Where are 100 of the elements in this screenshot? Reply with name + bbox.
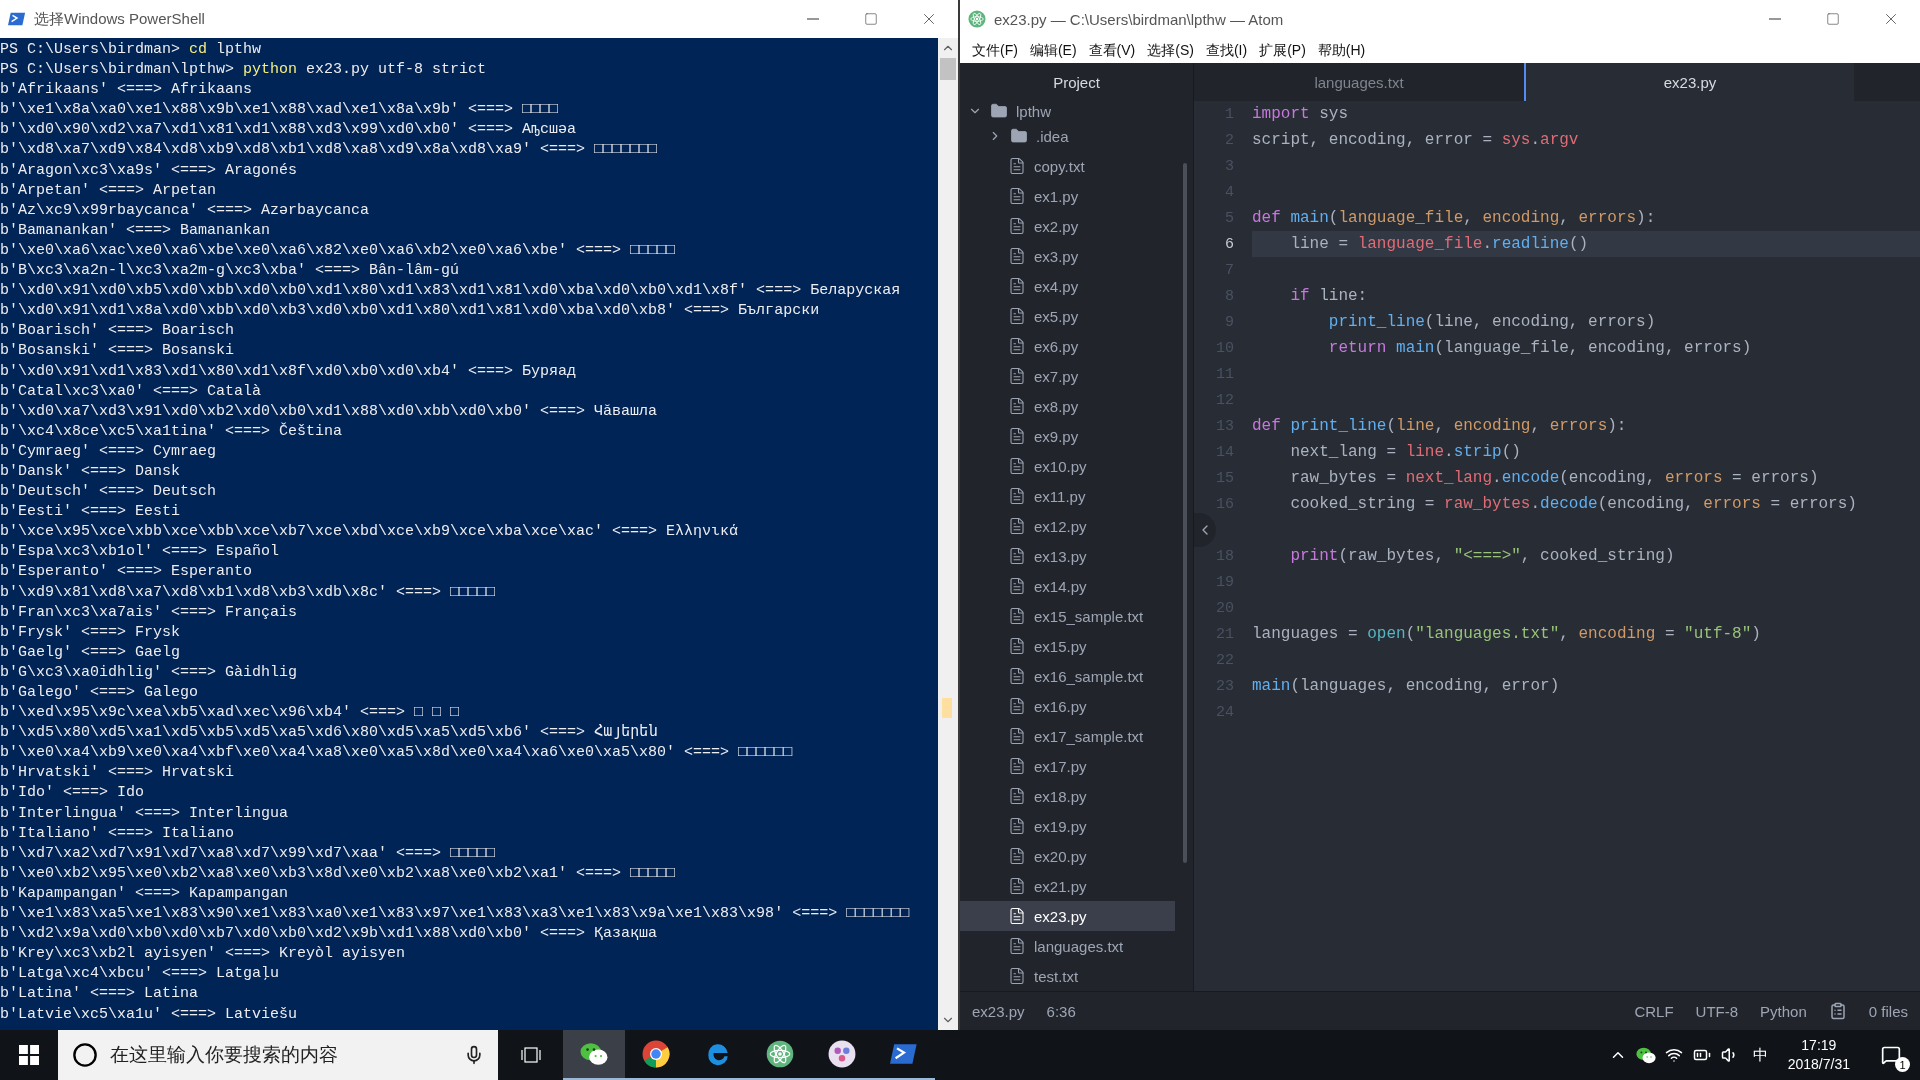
- tree-item[interactable]: ex15_sample.txt: [960, 601, 1175, 631]
- tree-item[interactable]: ex11.py: [960, 481, 1175, 511]
- tree-item[interactable]: ex10.py: [960, 451, 1175, 481]
- menu-item[interactable]: 帮助(H): [1311, 38, 1372, 63]
- powershell-icon: [8, 10, 26, 28]
- browser-icon: [642, 1040, 670, 1068]
- status-file[interactable]: ex23.py: [972, 1002, 1025, 1020]
- tree-item[interactable]: copy.txt: [960, 151, 1175, 181]
- file-icon: [1008, 787, 1026, 805]
- status-cursor[interactable]: 6:36: [1046, 1002, 1076, 1020]
- tree-item[interactable]: ex16.py: [960, 691, 1175, 721]
- input-method-indicator[interactable]: 中: [1744, 1045, 1776, 1065]
- tree-item[interactable]: .idea: [960, 121, 1175, 151]
- terminal-line: b'Latina' <===> Latina: [0, 984, 200, 1005]
- file-icon: [1008, 817, 1026, 835]
- windows-logo-icon: [19, 1045, 39, 1065]
- tree-item[interactable]: ex15.py: [960, 631, 1175, 661]
- clock-time[interactable]: 17:19: [1801, 1036, 1837, 1055]
- file-icon: [1008, 187, 1026, 205]
- notification-count: 1: [1895, 1057, 1910, 1072]
- tree-item[interactable]: ex19.py: [960, 811, 1175, 841]
- menu-item[interactable]: 文件(F): [966, 38, 1024, 63]
- terminal-line: PS C:\Users\birdman> cd lpthw: [0, 40, 263, 60]
- tree-item[interactable]: ex2.py: [960, 211, 1175, 241]
- terminal-line: b'\xe0\xb2\x95\xe0\xb2\xa8\xe0\xb3\x8d\xe0\xb2\xa8\xe0\xb2\xa1' <===> □□□□□: [0, 863, 677, 884]
- tree-item-label: .idea: [1036, 127, 1069, 145]
- scroll-thumb[interactable]: [940, 58, 956, 80]
- file-icon: [1008, 157, 1026, 175]
- tree-item[interactable]: ex21.py: [960, 871, 1175, 901]
- menu-item[interactable]: 扩展(P): [1253, 38, 1312, 63]
- tree-item[interactable]: ex16_sample.txt: [960, 661, 1175, 691]
- terminal-line: b'Eesti' <===> Eesti: [0, 502, 182, 523]
- terminal-line: b'\xd0\x91\xd0\xb5\xd0\xbb\xd0\xb0\xd1\x80\xd1\x83\xd1\x81\xd0\xba\xd0\xb0\xd1\x8f' <===> Беларуская: [0, 281, 902, 302]
- terminal-line: b'\xed\x95\x9c\xea\xb5\xad\xec\x96\xb4' <===> □ □ □: [0, 703, 461, 724]
- file-icon: [1008, 937, 1026, 955]
- status-grammar[interactable]: Python: [1760, 1002, 1807, 1020]
- search-bar[interactable]: 在这里输入你要搜索的内容: [58, 1030, 498, 1080]
- tree-item[interactable]: ex14.py: [960, 571, 1175, 601]
- tree-item[interactable]: lpthw: [960, 101, 1193, 121]
- clipboard-icon[interactable]: [1828, 1002, 1847, 1020]
- terminal-line: b'Gaelg' <===> Gaelg: [0, 642, 182, 663]
- tree-item-label: ex7.py: [1034, 367, 1079, 385]
- clock-date[interactable]: 2018/7/31: [1787, 1055, 1850, 1074]
- task-view-icon: [520, 1046, 541, 1064]
- status-git[interactable]: 0 files: [1868, 1002, 1908, 1020]
- tree-item-label: ex23.py: [1034, 907, 1087, 925]
- status-line-ending[interactable]: CRLF: [1634, 1002, 1674, 1020]
- code-line: def print_line(line, encoding, errors):: [1252, 417, 1627, 435]
- file-icon: [1008, 397, 1026, 415]
- tree-item-label: ex12.py: [1034, 517, 1087, 535]
- file-icon: [1008, 877, 1026, 895]
- tree-item[interactable]: ex12.py: [960, 511, 1175, 541]
- scrollbar[interactable]: [938, 38, 958, 1030]
- tree-item[interactable]: languages.txt: [960, 931, 1175, 961]
- code-line: cooked_string = raw_bytes.decode(encoding, errors = errors): [1289, 495, 1857, 513]
- tree-item-label: ex4.py: [1034, 277, 1079, 295]
- menu-item[interactable]: 查找(I): [1199, 38, 1254, 63]
- minimize-icon: [807, 18, 819, 20]
- tree-item[interactable]: ex20.py: [960, 841, 1175, 871]
- notification-icon: [1881, 1045, 1901, 1065]
- tree-item[interactable]: ex9.py: [960, 421, 1175, 451]
- status-encoding[interactable]: UTF-8: [1695, 1002, 1739, 1020]
- tree-item[interactable]: ex5.py: [960, 301, 1175, 331]
- taskbar-app[interactable]: [563, 1030, 625, 1080]
- scroll-thumb[interactable]: [1183, 163, 1187, 863]
- tree-item[interactable]: ex23.py: [960, 901, 1175, 931]
- editor-tab[interactable]: ex23.py: [1524, 63, 1854, 101]
- code-line: if line:: [1289, 287, 1368, 305]
- tree-item-label: ex9.py: [1034, 427, 1079, 445]
- tree-item[interactable]: ex17.py: [960, 751, 1175, 781]
- tree-item[interactable]: ex17_sample.txt: [960, 721, 1175, 751]
- tree-item[interactable]: ex6.py: [960, 331, 1175, 361]
- tree-item[interactable]: test.txt: [960, 961, 1175, 991]
- code-line: main(languages, encoding, error): [1252, 677, 1560, 695]
- tree-item[interactable]: ex4.py: [960, 271, 1175, 301]
- terminal-line: b'\xd0\x91\xd1\x83\xd1\x80\xd1\x8f\xd0\xb0\xd0\xb4' <===> Буряад: [0, 361, 578, 382]
- tree-item[interactable]: ex13.py: [960, 541, 1175, 571]
- search-input[interactable]: 在这里输入你要搜索的内容: [110, 1044, 452, 1066]
- maximize-icon: [1826, 12, 1840, 26]
- terminal-line: b'\xd0\x90\xd2\xa7\xd1\x81\xd1\x88\xd3\x99\xd0\xb0' <===> Аҧсшәа: [0, 120, 578, 141]
- tree-item[interactable]: ex1.py: [960, 181, 1175, 211]
- file-icon: [1008, 697, 1026, 715]
- menu-item[interactable]: 查看(V): [1082, 38, 1142, 63]
- terminal-line: b'\xd0\x91\xd1\x8a\xd0\xbb\xd0\xb3\xd0\xb0\xd1\x80\xd1\x81\xd0\xba\xd0\xb8' <===> Български: [0, 301, 821, 322]
- menu-item[interactable]: 选择(S): [1141, 38, 1200, 63]
- wifi-icon[interactable]: [1664, 1046, 1683, 1064]
- terminal-line: b'Esperanto' <===> Esperanto: [0, 562, 254, 583]
- file-icon: [1008, 517, 1026, 535]
- menu-item[interactable]: 编辑(E): [1023, 38, 1083, 63]
- tree-item[interactable]: ex18.py: [960, 781, 1175, 811]
- tree-item[interactable]: ex8.py: [960, 391, 1175, 421]
- collapse-tab[interactable]: [1194, 513, 1216, 547]
- terminal-line: b'Krey\xc3\xb2l ayisyen' <===> Kreyòl ayisyen: [0, 944, 407, 965]
- tree-item[interactable]: ex7.py: [960, 361, 1175, 391]
- tree-item-label: ex13.py: [1034, 547, 1087, 565]
- file-icon: [1008, 847, 1026, 865]
- notification-button[interactable]: 1: [1862, 1030, 1920, 1080]
- file-icon: [1008, 337, 1026, 355]
- tree-item[interactable]: ex3.py: [960, 241, 1175, 271]
- microphone-icon[interactable]: [464, 1045, 484, 1065]
